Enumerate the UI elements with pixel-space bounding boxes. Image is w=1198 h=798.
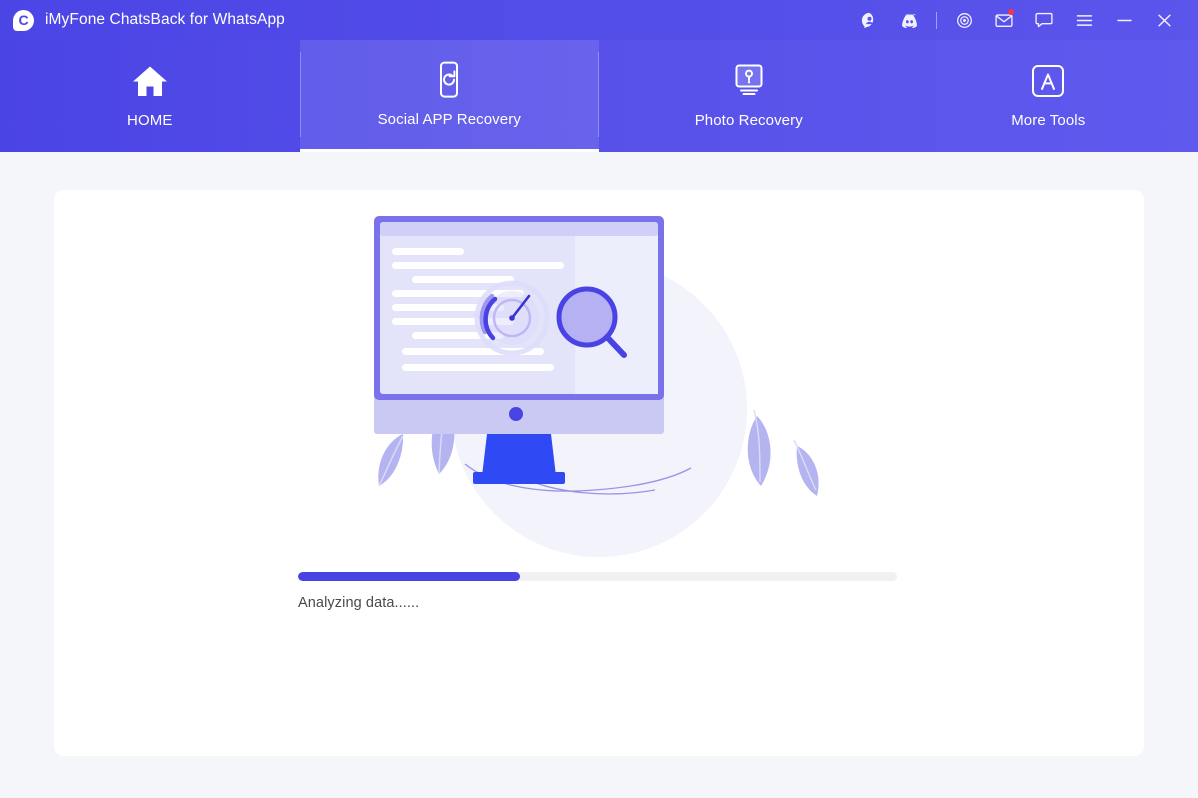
tab-home-label: HOME xyxy=(127,112,173,129)
menu-icon[interactable] xyxy=(1069,5,1099,35)
mail-icon[interactable] xyxy=(989,5,1019,35)
main-navigation: HOME Social APP Recovery Photo Recovery xyxy=(0,40,1198,152)
tab-more-tools[interactable]: More Tools xyxy=(899,40,1198,152)
monitor-photo-icon xyxy=(730,63,768,99)
tab-more-tools-label: More Tools xyxy=(1011,112,1086,129)
minimize-icon[interactable] xyxy=(1109,5,1139,35)
progress-track[interactable] xyxy=(298,572,897,581)
tab-social-app-recovery-label: Social APP Recovery xyxy=(377,110,521,128)
feedback-icon[interactable] xyxy=(1029,5,1059,35)
progress-fill xyxy=(298,572,520,581)
logo-letter: C xyxy=(18,12,29,28)
content-card: Analyzing data...... xyxy=(54,190,1144,756)
chatsback-logo-icon: C xyxy=(13,9,34,31)
close-icon[interactable] xyxy=(1149,5,1179,35)
window-controls xyxy=(849,0,1198,40)
window-title: iMyFone ChatsBack for WhatsApp xyxy=(45,11,285,28)
app-store-icon xyxy=(1031,63,1065,99)
account-icon[interactable] xyxy=(854,5,884,35)
phone-refresh-icon xyxy=(433,61,465,98)
discord-icon[interactable] xyxy=(894,5,924,35)
mail-badge xyxy=(1008,9,1014,15)
home-icon xyxy=(130,63,170,99)
status-text: Analyzing data...... xyxy=(298,595,420,611)
analyzing-monitor-illustration xyxy=(369,214,829,559)
toolbar-divider xyxy=(936,11,937,29)
tab-home[interactable]: HOME xyxy=(0,40,300,152)
progress-area: Analyzing data...... xyxy=(298,572,898,611)
tab-social-app-recovery[interactable]: Social APP Recovery xyxy=(299,40,599,152)
app-logo: C xyxy=(13,9,34,31)
tab-photo-recovery[interactable]: Photo Recovery xyxy=(599,40,899,152)
title-bar: C iMyFone ChatsBack for WhatsApp xyxy=(0,0,1198,40)
target-icon[interactable] xyxy=(949,5,979,35)
tab-photo-recovery-label: Photo Recovery xyxy=(694,112,803,129)
